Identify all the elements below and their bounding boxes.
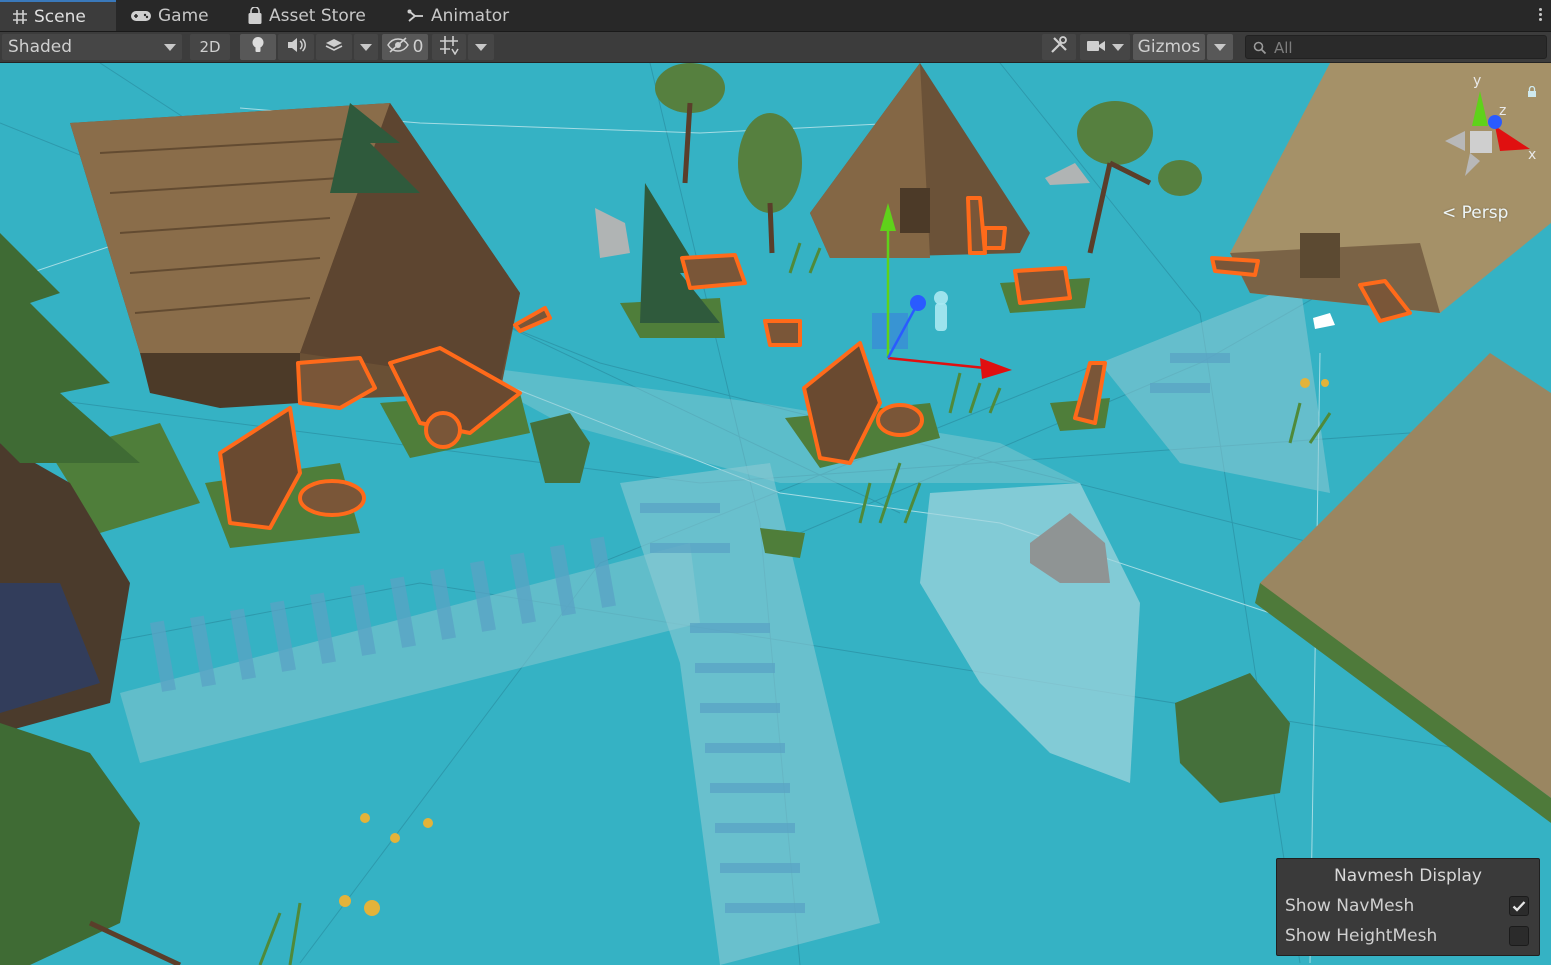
panel-title: Navmesh Display	[1334, 866, 1482, 886]
tab-label: Scene	[34, 6, 86, 27]
axis-label-z: z	[1499, 103, 1507, 119]
show-heightmesh-checkbox[interactable]	[1509, 926, 1529, 946]
toggle-2d-label: 2D	[199, 38, 221, 56]
toggle-2d-button[interactable]: 2D	[190, 34, 230, 60]
navmesh-display-panel: Navmesh Display Show NavMesh Show Height…	[1276, 858, 1540, 956]
video-camera-icon	[1086, 38, 1106, 57]
tab-label: Animator	[431, 5, 510, 26]
tab-game[interactable]: Game	[130, 0, 230, 31]
shopping-bag-icon	[247, 6, 263, 25]
tab-label: Asset Store	[269, 5, 366, 26]
projection-label: Persp	[1461, 203, 1509, 223]
tools-button[interactable]	[1042, 34, 1076, 60]
gizmos-label: Gizmos	[1137, 37, 1201, 57]
kebab-menu-icon[interactable]	[1537, 6, 1543, 26]
grid-snap-dropdown[interactable]	[468, 34, 494, 60]
show-navmesh-label: Show NavMesh	[1285, 896, 1415, 916]
draw-mode-dropdown[interactable]: Shaded	[2, 34, 182, 60]
scene-toolbar: Shaded 2D 0 Gizmos All	[0, 32, 1551, 63]
gamepad-icon	[130, 9, 152, 23]
animator-icon	[407, 9, 425, 23]
gizmos-toggle-button[interactable]: Gizmos	[1133, 34, 1205, 60]
draw-mode-label: Shaded	[8, 37, 73, 57]
checkmark-icon	[1512, 901, 1526, 912]
effects-dropdown[interactable]	[354, 34, 378, 60]
search-icon	[1253, 40, 1267, 59]
scene-render	[0, 63, 1551, 965]
search-input[interactable]	[1272, 37, 1546, 59]
show-navmesh-checkbox[interactable]	[1509, 896, 1529, 916]
chevron-down-icon	[475, 43, 487, 51]
lock-icon[interactable]	[1527, 83, 1537, 102]
chevron-down-icon	[1214, 43, 1226, 51]
speaker-icon	[286, 37, 306, 57]
chevron-down-icon	[360, 43, 372, 51]
layers-effects-icon	[324, 37, 344, 57]
gizmos-dropdown[interactable]	[1207, 34, 1233, 60]
eye-slash-icon	[386, 37, 409, 57]
audio-toggle-button[interactable]	[278, 34, 314, 60]
scene-viewport[interactable]: y z x	[0, 63, 1551, 965]
tab-scene[interactable]: Scene	[0, 0, 116, 31]
hidden-count: 0	[412, 37, 424, 57]
tab-asset-store[interactable]: Asset Store	[247, 0, 377, 31]
grid-snap-icon	[439, 35, 459, 59]
grid-hash-icon	[12, 9, 28, 25]
axis-label-y: y	[1473, 73, 1482, 89]
axis-label-x: x	[1528, 147, 1537, 163]
wrench-tools-icon	[1049, 35, 1069, 59]
chevron-left-icon: <	[1442, 203, 1457, 223]
projection-toggle[interactable]: < Persp	[1442, 203, 1508, 223]
hidden-objects-toggle[interactable]: 0	[382, 34, 428, 60]
chevron-down-icon	[1112, 43, 1124, 51]
grid-snap-button[interactable]	[432, 34, 466, 60]
editor-tab-bar: Scene Game Asset Store Animator	[0, 0, 1551, 32]
camera-settings-dropdown[interactable]	[1080, 34, 1130, 60]
tab-label: Game	[158, 5, 209, 26]
chevron-down-icon	[164, 43, 176, 51]
lightbulb-icon	[251, 36, 265, 58]
effects-toggle-button[interactable]	[316, 34, 352, 60]
show-heightmesh-label: Show HeightMesh	[1285, 926, 1438, 946]
lighting-toggle-button[interactable]	[240, 34, 276, 60]
scene-search-field[interactable]	[1245, 35, 1547, 59]
tab-animator[interactable]: Animator	[407, 0, 517, 31]
